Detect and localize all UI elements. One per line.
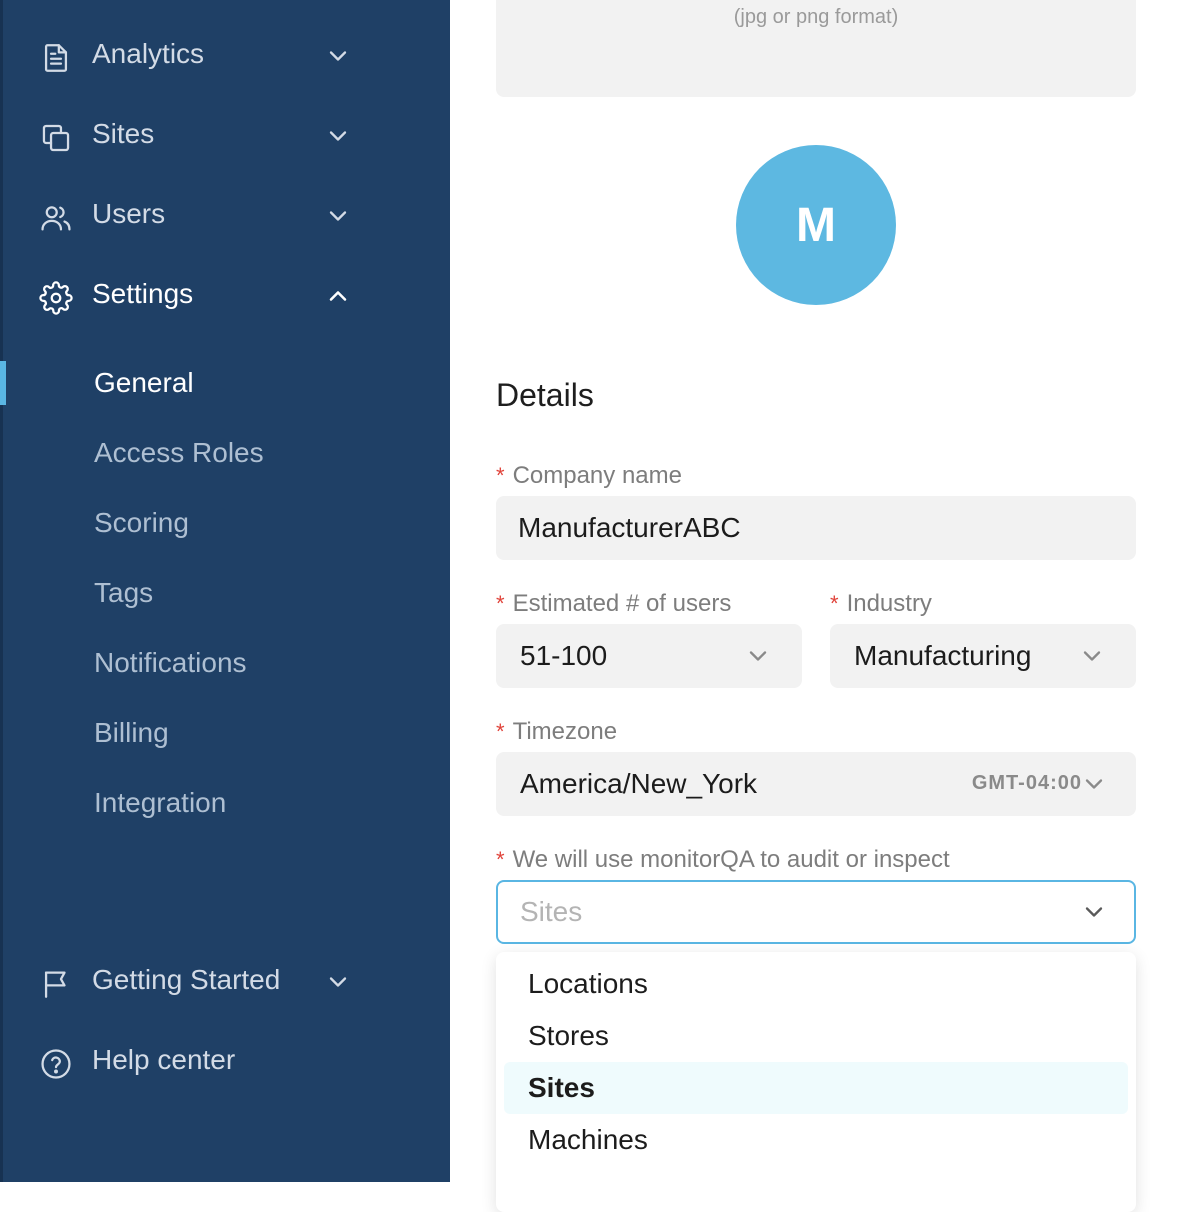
audit-placeholder: Sites bbox=[520, 896, 583, 927]
section-title: Details bbox=[496, 377, 594, 413]
dropdown-option-machines[interactable]: Machines bbox=[504, 1114, 1128, 1166]
audit-select[interactable]: Sites bbox=[496, 880, 1136, 944]
settings-sub-billing[interactable]: Billing bbox=[94, 717, 169, 749]
sidebar-item-label: Help center bbox=[92, 1044, 236, 1075]
timezone-value: America/New_York bbox=[520, 768, 758, 799]
estimated-users-label: * Estimated # of users bbox=[496, 590, 732, 617]
audit-dropdown-menu: Locations Stores Sites Machines bbox=[496, 952, 1136, 1212]
chevron-down-icon[interactable] bbox=[324, 42, 352, 70]
sidebar: Analytics Sites Users Settings General A… bbox=[0, 0, 450, 1182]
company-name-value: ManufacturerABC bbox=[518, 512, 741, 543]
copy-icon bbox=[38, 120, 74, 156]
required-marker: * bbox=[496, 463, 505, 488]
estimated-users-select[interactable]: 51-100 bbox=[496, 624, 802, 688]
document-icon bbox=[38, 40, 74, 76]
timezone-label: * Timezone bbox=[496, 718, 618, 745]
help-circle-icon bbox=[38, 1046, 74, 1082]
chevron-down-icon[interactable] bbox=[324, 968, 352, 996]
chevron-down-icon[interactable] bbox=[324, 122, 352, 150]
industry-label: * Industry bbox=[830, 590, 932, 617]
gear-icon bbox=[38, 280, 74, 316]
required-marker: * bbox=[496, 719, 505, 744]
company-name-input[interactable]: ManufacturerABC bbox=[496, 496, 1136, 560]
settings-sub-scoring[interactable]: Scoring bbox=[94, 507, 189, 539]
sidebar-item-help-center[interactable]: Help center bbox=[0, 1030, 450, 1090]
avatar-letter: M bbox=[796, 198, 836, 252]
industry-select[interactable]: Manufacturing bbox=[830, 624, 1136, 688]
sidebar-item-label: Users bbox=[92, 198, 166, 229]
sidebar-item-label: Getting Started bbox=[92, 964, 281, 995]
chevron-down-icon[interactable] bbox=[324, 202, 352, 230]
audit-label: * We will use monitorQA to audit or inspe… bbox=[496, 846, 950, 873]
industry-value: Manufacturing bbox=[854, 640, 1032, 671]
logo-upload-area[interactable]: (jpg or png format) bbox=[496, 0, 1136, 97]
active-indicator bbox=[0, 361, 6, 405]
dropdown-option-stores[interactable]: Stores bbox=[504, 1010, 1128, 1062]
timezone-offset: GMT-04:00 bbox=[971, 772, 1082, 794]
sidebar-item-getting-started[interactable]: Getting Started bbox=[0, 950, 450, 1010]
required-marker: * bbox=[830, 591, 839, 616]
sidebar-item-sites[interactable]: Sites bbox=[0, 104, 450, 164]
chevron-down-icon bbox=[1080, 898, 1108, 926]
sidebar-item-users[interactable]: Users bbox=[0, 184, 450, 244]
dropdown-option-sites[interactable]: Sites bbox=[504, 1062, 1128, 1114]
chevron-down-icon bbox=[1080, 770, 1108, 798]
timezone-select[interactable]: America/New_York GMT-04:00 bbox=[496, 752, 1136, 816]
chevron-down-icon bbox=[1078, 642, 1106, 670]
settings-sub-access-roles[interactable]: Access Roles bbox=[94, 437, 264, 469]
sidebar-item-label: Sites bbox=[92, 118, 155, 149]
upload-hint: (jpg or png format) bbox=[733, 6, 899, 28]
settings-sub-notifications[interactable]: Notifications bbox=[94, 647, 247, 679]
sidebar-item-settings[interactable]: Settings bbox=[0, 264, 450, 324]
settings-sub-integration[interactable]: Integration bbox=[94, 787, 226, 819]
avatar: M bbox=[736, 145, 896, 305]
company-name-label: * Company name bbox=[496, 462, 682, 489]
estimated-users-value: 51-100 bbox=[520, 640, 608, 671]
sidebar-item-label: Settings bbox=[92, 278, 194, 309]
sidebar-item-label: Analytics bbox=[92, 38, 205, 69]
required-marker: * bbox=[496, 847, 505, 872]
dropdown-option-locations[interactable]: Locations bbox=[504, 958, 1128, 1010]
settings-sub-general[interactable]: General bbox=[94, 367, 194, 399]
settings-sub-tags[interactable]: Tags bbox=[94, 577, 153, 609]
required-marker: * bbox=[496, 591, 505, 616]
users-icon bbox=[38, 200, 74, 236]
chevron-down-icon bbox=[744, 642, 772, 670]
sidebar-item-analytics[interactable]: Analytics bbox=[0, 24, 450, 84]
flag-icon bbox=[38, 966, 74, 1002]
chevron-up-icon[interactable] bbox=[324, 282, 352, 310]
